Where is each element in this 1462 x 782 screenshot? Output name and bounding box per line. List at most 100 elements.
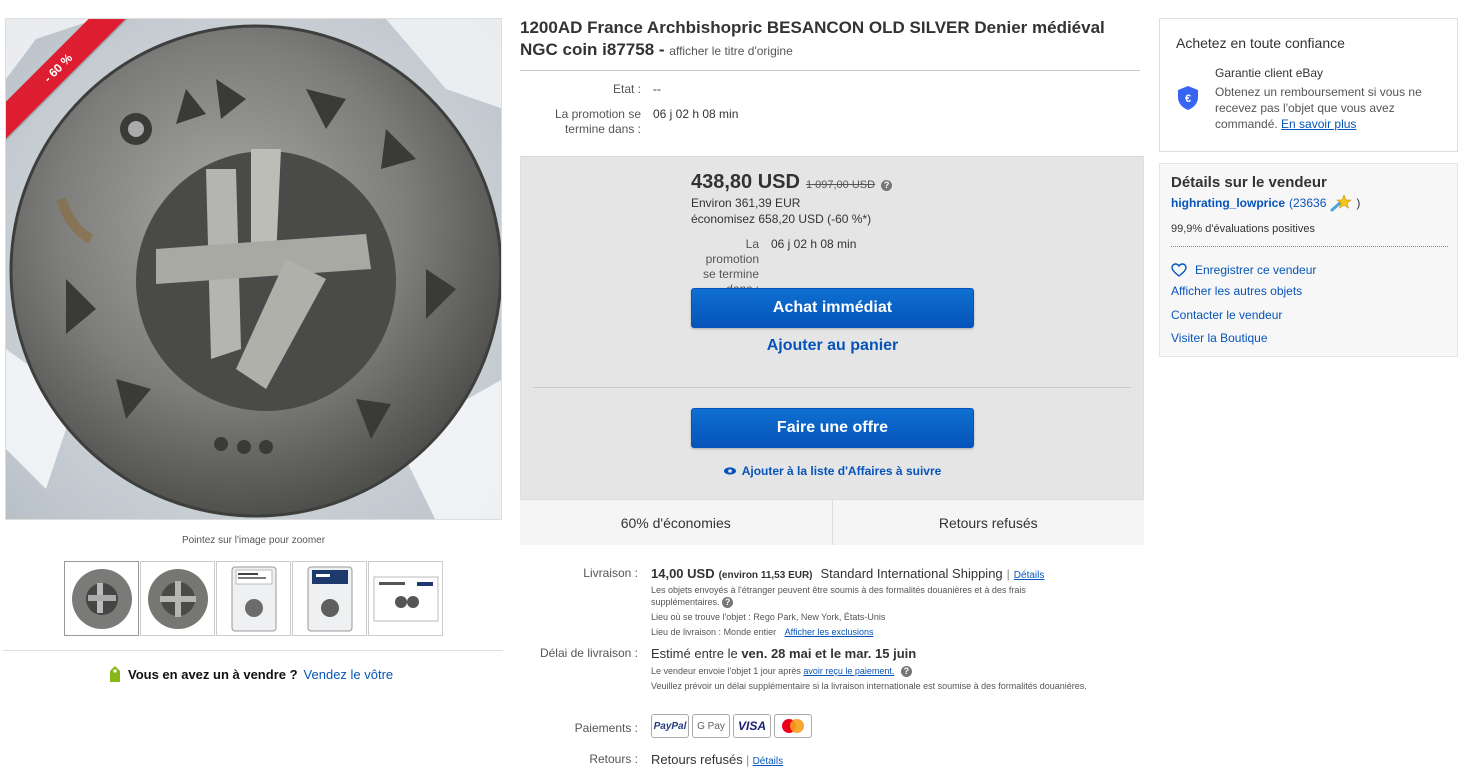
seller-panel: Détails sur le vendeur highrating_lowpri… <box>1159 163 1458 357</box>
sell-question: Vous en avez un à vendre ? <box>128 666 298 682</box>
seller-panel-title: Détails sur le vendeur <box>1171 174 1327 191</box>
approx-price: Environ 361,39 EUR <box>691 196 801 210</box>
returns-highlight: Retours refusés <box>831 500 1144 545</box>
divider <box>520 70 1140 71</box>
mastercard-logo <box>774 714 812 738</box>
payments-row: Paiements : PayPal G Pay VISA <box>520 714 1111 738</box>
coin-photo <box>6 19 501 519</box>
thumbnail-image <box>147 568 208 629</box>
divider <box>1171 246 1448 247</box>
sell-yours-row: Vous en avez un à vendre ? Vendez le vôt… <box>108 665 393 683</box>
paypal-logo: PayPal <box>651 714 689 738</box>
payment-methods: PayPal G Pay VISA <box>651 714 1111 738</box>
shipping-approx: (environ 11,53 EUR) <box>718 570 813 581</box>
condition-value: -- <box>653 82 661 96</box>
zoom-hint: Pointez sur l'image pour zoomer <box>181 535 326 546</box>
savings-text: économisez 658,20 USD (-60 %*) <box>691 212 872 226</box>
delivery-estimate: ven. 28 mai et le mar. 15 juin <box>741 646 917 661</box>
thumbnail-image <box>307 566 352 631</box>
current-price: 438,80 USD <box>691 171 800 193</box>
returns-row: Retours : Retours refusés | Détails <box>520 752 1111 767</box>
heart-icon <box>1171 263 1187 277</box>
shooting-star-icon <box>1330 194 1353 212</box>
ships-to-value: Monde entier <box>723 627 777 637</box>
shield-euro-icon: € <box>1178 86 1198 110</box>
promo-label: La promotion se termine dans : <box>554 107 641 136</box>
ships-to-label: Lieu de livraison : <box>651 627 722 637</box>
savings-highlight: 60% d'économies <box>520 500 832 545</box>
condition-label: Etat : <box>612 82 641 96</box>
shipping-note: Les objets envoyés à l'étranger peuvent … <box>651 585 1026 607</box>
main-product-image[interactable]: - 60 % <box>5 18 502 520</box>
buy-box: 438,80 USD 1 097,00 USD ? Environ 361,39… <box>520 156 1144 545</box>
exclusions-link[interactable]: Afficher les exclusions <box>785 627 874 637</box>
help-icon[interactable]: ? <box>722 597 734 608</box>
visit-store-link[interactable]: Visiter la Boutique <box>1171 331 1268 345</box>
item-location-label: Lieu où se trouve l'objet : <box>651 612 751 622</box>
eye-icon <box>723 467 736 475</box>
thumbnail-slab-back[interactable] <box>292 561 367 636</box>
positive-feedback: 99,9% d'évaluations positives <box>1171 223 1315 235</box>
visa-logo: VISA <box>733 714 771 738</box>
delivery-label: Délai de livraison : <box>539 646 638 660</box>
shipping-row: Livraison : 14,00 USD (environ 11,53 EUR… <box>520 566 1111 638</box>
thumbnail-image <box>373 576 438 621</box>
returns-value: Retours refusés <box>651 752 743 767</box>
make-offer-button[interactable]: Faire une offre <box>691 408 974 448</box>
trust-title: Achetez en toute confiance <box>1176 35 1345 51</box>
contact-seller-link[interactable]: Contacter le vendeur <box>1171 308 1282 322</box>
follow-seller-label: Enregistrer ce vendeur <box>1195 263 1317 277</box>
feedback-score-link[interactable]: (23636 <box>1289 196 1326 210</box>
delivery-note: Veuillez prévoir un délai supplémentaire… <box>651 681 1087 691</box>
item-title: 1200AD France Archbishopric BESANCON OLD… <box>520 17 1144 62</box>
guarantee-description: Obtenez un remboursement si vous ne rece… <box>1215 84 1445 132</box>
mastercard-icon <box>782 719 804 733</box>
thumbnail-image <box>71 568 132 629</box>
add-to-cart-link[interactable]: Ajouter au panier <box>691 337 974 355</box>
help-icon[interactable]: ? <box>881 180 893 191</box>
buy-now-button[interactable]: Achat immédiat <box>691 288 974 328</box>
item-location: Rego Park, New York, États-Unis <box>753 612 886 622</box>
buyer-protection-panel: Achetez en toute confiance € Garantie cl… <box>1159 18 1458 152</box>
show-original-title-link[interactable]: afficher le titre d'origine <box>669 44 792 58</box>
price-line: 438,80 USD 1 097,00 USD ? <box>691 171 893 194</box>
promo-countdown: 06 j 02 h 08 min <box>653 107 739 121</box>
svg-text:€: € <box>1185 93 1191 105</box>
thumbnail-slab-front[interactable] <box>216 561 291 636</box>
delivery-estimate-prefix: Estimé entre le <box>651 646 738 661</box>
google-pay-logo: G Pay <box>692 714 730 738</box>
feedback-score-close: ) <box>1356 196 1361 210</box>
condition-row: Etat : -- <box>520 82 661 97</box>
thumbnail-image <box>231 566 276 631</box>
sell-yours-link[interactable]: Vendez le vôtre <box>304 667 394 682</box>
price-tag-icon <box>110 666 120 682</box>
learn-more-link[interactable]: En savoir plus <box>1281 117 1356 131</box>
thumbnail-strip <box>64 561 443 636</box>
divider <box>533 387 1131 388</box>
watchlist-label: Ajouter à la liste d'Affaires à suivre <box>741 464 942 478</box>
thumbnail-coin-reverse[interactable] <box>140 561 215 636</box>
shipping-price: 14,00 USD <box>651 566 715 581</box>
original-price: 1 097,00 USD <box>805 179 876 191</box>
delivery-row: Délai de livraison : Estimé entre le ven… <box>520 646 1111 692</box>
follow-seller-button[interactable]: Enregistrer ce vendeur <box>1171 263 1316 277</box>
help-icon[interactable]: ? <box>900 666 912 677</box>
thumbnail-coin-obverse[interactable] <box>64 561 139 636</box>
other-items-link[interactable]: Afficher les autres objets <box>1171 284 1302 298</box>
returns-details-link[interactable]: Détails <box>753 756 784 767</box>
add-to-watchlist-link[interactable]: Ajouter à la liste d'Affaires à suivre <box>691 464 974 478</box>
item-title-text: 1200AD France Archbishopric BESANCON OLD… <box>520 18 1105 59</box>
guarantee-title: Garantie client eBay <box>1215 66 1324 80</box>
handling-text: Le vendeur envoie l'objet 1 jour après <box>651 666 801 676</box>
payment-received-link[interactable]: avoir reçu le paiement. <box>803 666 894 676</box>
seller-identity: highrating_lowprice (23636 ) <box>1171 194 1360 212</box>
seller-name-link[interactable]: highrating_lowprice <box>1171 196 1285 210</box>
divider <box>3 650 503 651</box>
shipping-method: Standard International Shipping <box>820 566 1003 581</box>
thumbnail-certificate[interactable] <box>368 561 443 636</box>
buybox-highlights: 60% d'économies Retours refusés <box>520 499 1144 545</box>
payments-label: Paiements : <box>574 721 638 735</box>
returns-label: Retours : <box>589 752 638 766</box>
promo-row: La promotion se termine dans : 06 j 02 h… <box>520 107 738 137</box>
shipping-details-link[interactable]: Détails <box>1014 570 1045 581</box>
